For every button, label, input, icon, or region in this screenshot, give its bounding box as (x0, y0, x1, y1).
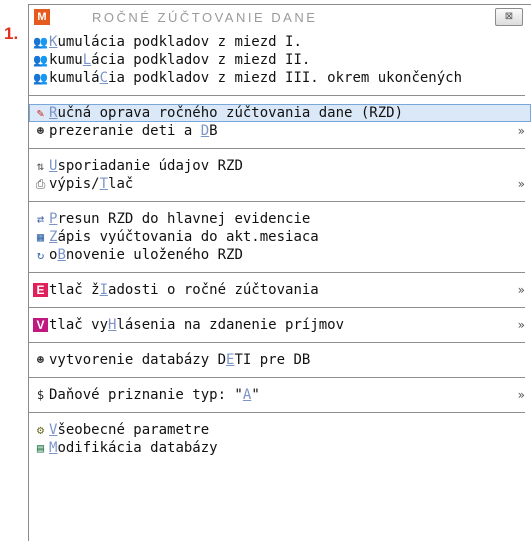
menu-item-label-rest: lač (108, 176, 134, 192)
menu-title-bar: M ROČNÉ ZÚČTOVANIE DANE ⊠ (29, 5, 531, 29)
menu-item[interactable]: ⇅ Usporiadanie údajov RZD (29, 157, 531, 175)
menu-item-accelerator: D (200, 123, 210, 139)
menu-item-label-rest: TI pre DB (234, 352, 311, 368)
menu-separator (29, 272, 525, 273)
menu-item[interactable]: Etlač žIadosti o ročné zúčtovania » (29, 281, 531, 299)
menu-item[interactable]: ⚙ Všeobecné parametre (29, 421, 531, 439)
menu-item-accelerator: I (99, 282, 109, 298)
menu-item-label-rest: lásenia na zdanenie príjmov (116, 317, 345, 333)
menu-item-accelerator: L (82, 52, 92, 68)
printer-icon: ⎙ (35, 177, 46, 191)
menu-item[interactable]: ☻ prezeranie deti a DB » (29, 122, 531, 140)
menu-item-label: výpis/ (49, 176, 100, 192)
edit-error-icon: ✎ (36, 106, 45, 120)
app-logo-icon: M (34, 9, 50, 25)
context-menu: M ROČNÉ ZÚČTOVANIE DANE ⊠ 👥 Kumulácia pod… (28, 4, 531, 541)
restore-icon: ↻ (36, 248, 45, 262)
menu-item-label: vytvorenie databázy D (49, 352, 227, 368)
menu-item[interactable]: ⇄ Presun RZD do hlavnej evidencie (29, 210, 531, 228)
people-list-icon: 👥 (33, 71, 48, 85)
step-number: 1. (4, 24, 19, 43)
menu-item-label-rest: B (209, 123, 218, 139)
menu-item-label-rest: ácia podkladov z miezd II. (91, 52, 311, 68)
spreadsheet-icon: ▦ (36, 230, 45, 244)
menu-item[interactable]: ↻ oBnovenie uloženého RZD (29, 246, 531, 264)
menu-item[interactable]: ✎ Ručná oprava ročného zúčtovania dane (R… (29, 104, 531, 122)
submenu-arrow-icon: » (517, 388, 525, 402)
menu-item-accelerator: T (99, 176, 109, 192)
menu-item[interactable]: 👥 kumuLácia podkladov z miezd II. (29, 51, 531, 69)
menu-item-accelerator: C (99, 70, 109, 86)
menu-item-label-rest: ápis vyúčtovania do akt.mesiaca (57, 229, 319, 245)
people-money-icon: 👥 (33, 35, 48, 49)
menu-item-label: kumu (49, 52, 83, 68)
menu-items: 👥 Kumulácia podkladov z miezd I. 👥 kumuLáci… (29, 29, 531, 457)
menu-item-label: tlač vy (49, 317, 109, 333)
menu-item[interactable]: ☻ vytvorenie databázy DETI pre DB (29, 351, 531, 369)
menu-item-label: Daňové priznanie typ: " (49, 387, 243, 403)
menu-item-label-rest: adosti o ročné zúčtovania (108, 282, 319, 298)
sort-document-icon: ⇅ (36, 159, 45, 173)
menu-item[interactable]: 👥 kumuláCia podkladov z miezd III. okrem … (29, 69, 531, 87)
people-calc-icon: 👥 (33, 53, 48, 67)
menu-separator (29, 412, 525, 413)
menu-item-label: prezeranie deti a (49, 123, 201, 139)
menu-item-accelerator: B (57, 247, 66, 263)
menu-item[interactable]: ▤ Modifikácia databázy (29, 439, 531, 457)
money-icon: $ (36, 388, 45, 402)
menu-item[interactable]: Vtlač vyHlásenia na zdanenie príjmov» (29, 316, 531, 334)
submenu-arrow-icon: » (517, 124, 525, 138)
menu-separator (29, 148, 525, 149)
submenu-arrow-icon: » (517, 177, 525, 191)
menu-item-label: tlač ž (49, 282, 100, 298)
menu-item[interactable]: 👥 Kumulácia podkladov z miezd I. (29, 33, 531, 51)
menu-item-label-rest: umulácia podkladov z miezd I. (57, 34, 302, 50)
transfer-icon: ⇄ (36, 212, 45, 226)
menu-item[interactable]: ▦ Zápis vyúčtovania do akt.mesiaca (29, 228, 531, 246)
close-button[interactable]: ⊠ (495, 8, 523, 26)
form-e-icon: E (33, 283, 48, 297)
menu-separator (29, 377, 525, 378)
menu-title: ROČNÉ ZÚČTOVANIE DANE (92, 10, 318, 25)
menu-item-label-rest: odifikácia databázy (57, 440, 218, 456)
menu-item-label-rest: novenie uloženého RZD (65, 247, 243, 263)
menu-item-label: kumulá (49, 70, 100, 86)
menu-item-label-rest: šeobecné parametre (57, 422, 210, 438)
form-v-icon: V (33, 318, 48, 332)
menu-separator (29, 95, 525, 96)
menu-item[interactable]: ⎙ výpis/Tlač » (29, 175, 531, 193)
menu-item[interactable]: $ Daňové priznanie typ: "A"» (29, 386, 531, 404)
menu-item-label-rest: ia podkladov z miezd III. okrem ukončený… (108, 70, 463, 86)
menu-separator (29, 307, 525, 308)
submenu-arrow-icon: » (517, 283, 525, 297)
menu-separator (29, 342, 525, 343)
settings-people-icon: ⚙ (36, 423, 45, 437)
menu-item-label-rest: resun RZD do hlavnej evidencie (57, 211, 311, 227)
children-icon: ☻ (36, 124, 45, 138)
menu-item-label-rest: učná oprava ročného zúčtovania dane (RZD… (57, 105, 404, 121)
submenu-arrow-icon: » (517, 318, 525, 332)
children-database-icon: ☻ (36, 353, 45, 367)
menu-item-label-rest: " (251, 387, 260, 403)
database-edit-icon: ▤ (36, 441, 45, 455)
menu-item-label-rest: sporiadanie údajov RZD (57, 158, 243, 174)
menu-separator (29, 201, 525, 202)
